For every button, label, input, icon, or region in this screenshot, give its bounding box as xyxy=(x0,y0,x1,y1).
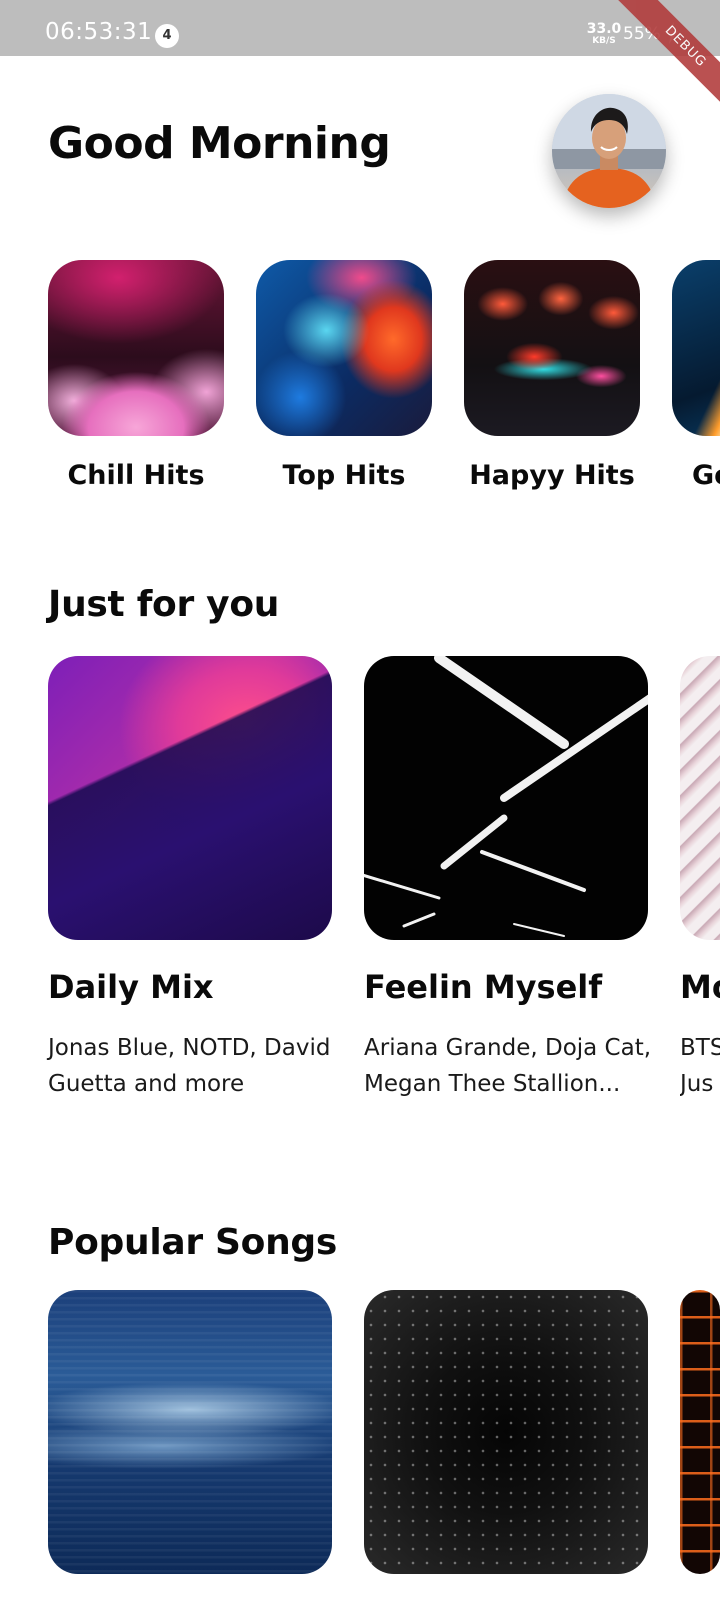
network-speed: 33.0 KB/S xyxy=(584,22,624,46)
status-bar: 06:53:31 4 33.0 KB/S 55% xyxy=(0,0,720,56)
playlist-label: Hapyy Hits xyxy=(469,460,635,491)
light-stripes-art xyxy=(364,656,648,937)
mix-description: BTS Jus xyxy=(680,1035,720,1097)
notification-count-badge: 4 xyxy=(155,24,179,48)
network-speed-unit: KB/S xyxy=(592,36,616,46)
mix-cover xyxy=(680,656,720,940)
playlist-label: Go xyxy=(692,460,720,491)
song-card[interactable] xyxy=(364,1290,648,1574)
section-title-popular-songs: Popular Songs xyxy=(48,1222,338,1263)
network-speed-value: 33.0 xyxy=(586,21,622,37)
profile-avatar[interactable] xyxy=(552,94,666,208)
playlist-cover xyxy=(48,260,224,436)
playlist-card[interactable]: Hapyy Hits xyxy=(464,260,640,491)
song-card[interactable] xyxy=(48,1290,332,1574)
playlist-card[interactable]: Go xyxy=(672,260,720,500)
mix-title: Feelin Myself xyxy=(364,968,603,1006)
song-card[interactable] xyxy=(680,1290,720,1574)
mix-card[interactable]: Mo BTS Jus xyxy=(680,656,720,1136)
mix-title: Mo xyxy=(680,968,720,1006)
mix-card[interactable]: Feelin Myself Ariana Grande, Doja Cat, M… xyxy=(364,656,651,1097)
playlist-label: Chill Hits xyxy=(67,460,205,491)
mix-cover xyxy=(364,656,648,940)
profile-avatar-icon xyxy=(552,94,666,208)
mix-description: Ariana Grande, Doja Cat, Megan Thee Stal… xyxy=(364,1035,652,1097)
mix-card[interactable]: Daily Mix Jonas Blue, NOTD, David Guetta… xyxy=(48,656,332,1097)
playlist-card[interactable]: Top Hits xyxy=(256,260,432,491)
page-title: Good Morning xyxy=(48,118,391,169)
playlist-cover xyxy=(256,260,432,436)
song-cover-pattern xyxy=(364,1290,648,1574)
status-time: 06:53:31 xyxy=(45,19,153,45)
mix-title: Daily Mix xyxy=(48,968,214,1006)
mix-description: Jonas Blue, NOTD, David Guetta and more xyxy=(48,1035,331,1097)
playlist-cover xyxy=(672,260,720,436)
playlist-label: Top Hits xyxy=(282,460,406,491)
playlist-card[interactable]: Chill Hits xyxy=(48,260,224,491)
mix-cover xyxy=(48,656,332,940)
home-screen: 06:53:31 4 33.0 KB/S 55% DEBUG Good Morn… xyxy=(0,0,720,1600)
playlist-cover xyxy=(464,260,640,436)
section-title-just-for-you: Just for you xyxy=(48,584,280,625)
